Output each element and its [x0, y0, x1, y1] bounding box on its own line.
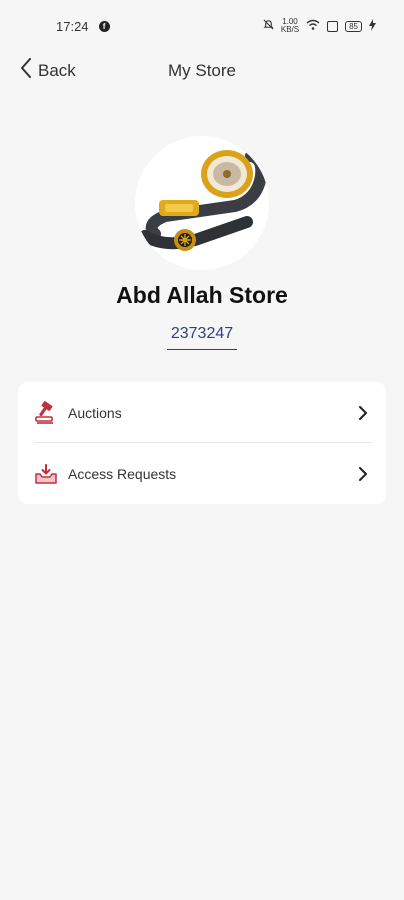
menu-item-label: Access Requests	[68, 465, 177, 482]
sim-icon	[327, 20, 339, 32]
wifi-icon	[306, 19, 320, 33]
status-left: 17:24 f	[56, 19, 110, 34]
screen: 17:24 f 1.00 KB/S 85 Back My Store Abd A…	[0, 0, 404, 900]
status-bar: 17:24 f 1.00 KB/S 85	[0, 0, 404, 52]
gavel-icon	[34, 400, 58, 425]
charging-icon	[369, 18, 376, 34]
chevron-right-icon	[356, 405, 370, 420]
network-speed: 1.00 KB/S	[281, 18, 299, 34]
status-right: 1.00 KB/S 85	[263, 18, 376, 34]
page-title: My Store	[167, 61, 237, 80]
menu-card: Auctions Access Requests	[18, 382, 386, 504]
chevron-right-icon	[356, 466, 370, 481]
inbox-download-icon	[34, 462, 58, 486]
battery-icon: 85	[345, 20, 362, 32]
mute-icon	[263, 19, 274, 33]
speed-unit: KB/S	[280, 25, 300, 34]
battery-level: 85	[349, 21, 358, 31]
menu-item-auctions[interactable]: Auctions	[18, 382, 386, 443]
watch-image	[139, 150, 268, 251]
facebook-icon: f	[98, 20, 110, 32]
store-id-link[interactable]: 2373247	[167, 325, 237, 350]
store-name: Abd Allah Store	[116, 282, 288, 308]
store-avatar[interactable]	[135, 136, 269, 270]
nav-bar: Back My Store	[0, 52, 404, 92]
status-time: 17:24	[56, 18, 89, 34]
menu-item-label: Auctions	[68, 404, 122, 421]
menu-item-access-requests[interactable]: Access Requests	[18, 443, 386, 504]
